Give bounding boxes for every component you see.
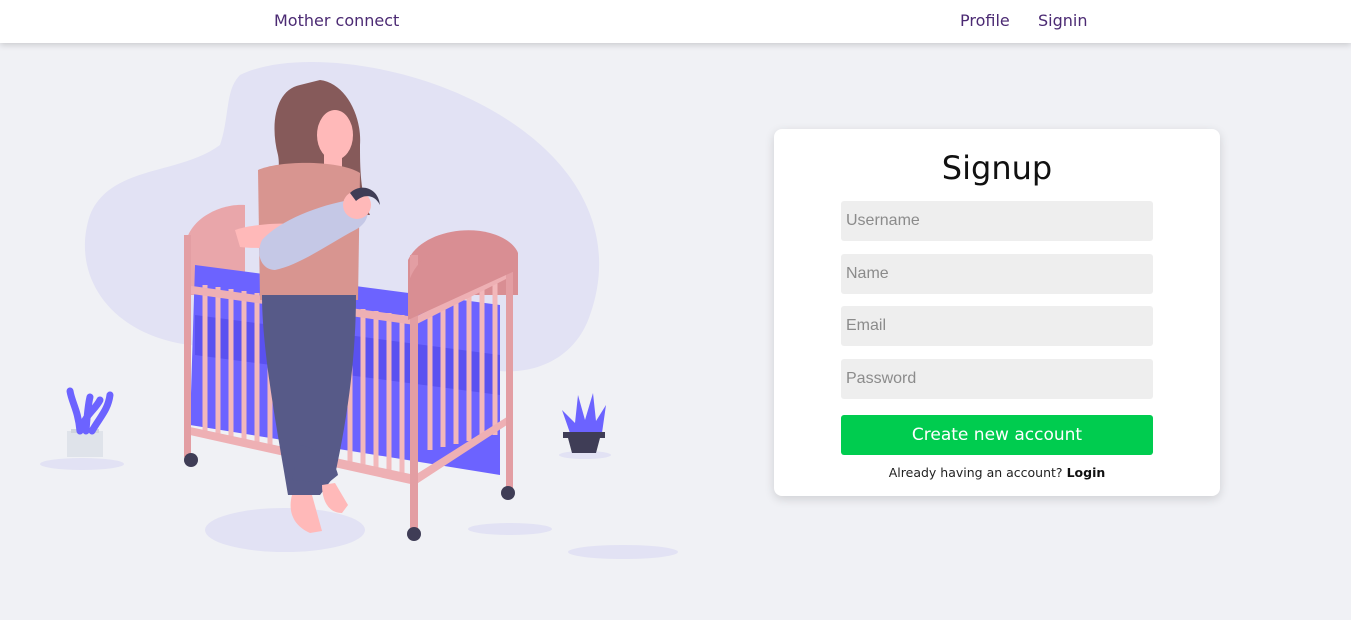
signup-title: Signup xyxy=(941,149,1053,187)
plant-left-icon xyxy=(66,387,114,457)
floor-shadow xyxy=(468,523,552,535)
name-input[interactable] xyxy=(841,254,1153,294)
navbar: Mother connect Profile Signin xyxy=(0,0,1351,43)
email-input[interactable] xyxy=(841,306,1153,346)
password-input[interactable] xyxy=(841,359,1153,399)
brand-link[interactable]: Mother connect xyxy=(274,11,399,30)
floor-shadow xyxy=(40,458,124,470)
login-prompt-row: Already having an account? Login xyxy=(774,465,1220,480)
username-input[interactable] xyxy=(841,201,1153,241)
plant-right-icon xyxy=(562,393,606,453)
floor-shadow xyxy=(568,545,678,559)
mother-baby-crib-illustration xyxy=(40,62,678,559)
floor-shadow xyxy=(205,508,365,552)
signup-card: Signup Create new account Already having… xyxy=(774,129,1220,496)
nav-profile-link[interactable]: Profile xyxy=(960,11,1010,30)
login-link[interactable]: Login xyxy=(1067,465,1106,480)
create-account-button[interactable]: Create new account xyxy=(841,415,1153,455)
login-prompt-text: Already having an account? xyxy=(888,465,1063,480)
nav-signin-link[interactable]: Signin xyxy=(1038,11,1087,30)
